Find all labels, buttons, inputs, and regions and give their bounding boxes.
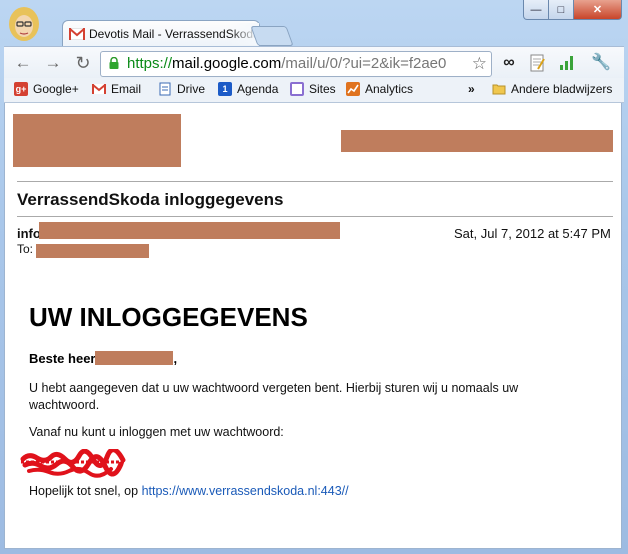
body-paragraph: U hebt aangegeven dat u uw wachtwoord ve… — [29, 381, 519, 412]
address-bar[interactable]: https://mail.google.com/mail/u/0/?ui=2&i… — [100, 51, 492, 77]
signal-bars-extension-icon[interactable] — [556, 53, 578, 73]
email-heading: UW INLOGGEGEVENS — [29, 302, 308, 332]
redacted-name — [95, 351, 174, 365]
greeting: Beste heer, — [29, 351, 177, 366]
minimize-button[interactable]: — — [523, 0, 549, 20]
sites-icon — [290, 82, 304, 96]
site-link[interactable]: https://www.verrassendskoda.nl:443// — [142, 484, 349, 498]
url-host: mail.google.com — [172, 55, 282, 72]
url-path: /mail/u/0/?ui=2&ik=f2ae0 — [281, 55, 447, 72]
other-bookmarks-label: Andere bladwijzers — [511, 82, 613, 96]
redacted-account — [341, 130, 613, 152]
greeting-suffix: , — [173, 351, 178, 366]
folder-icon — [492, 84, 506, 95]
bookmark-label: Analytics — [365, 82, 414, 96]
wrench-icon[interactable]: 🔧 — [590, 53, 612, 73]
lock-icon — [109, 57, 119, 69]
calendar-icon: 1 — [218, 82, 232, 96]
analytics-icon — [346, 82, 360, 96]
notes-extension-icon[interactable] — [526, 53, 548, 73]
other-bookmarks-folder[interactable]: Andere bladwijzers — [492, 82, 612, 96]
profile-avatar-icon[interactable] — [4, 4, 44, 44]
browser-toolbar: ← → ↻ https://mail.google.com/mail/u/0/?… — [4, 46, 624, 79]
infinity-extension-icon[interactable]: ∞ — [498, 53, 520, 73]
email-date: Sat, Jul 7, 2012 at 5:47 PM — [454, 226, 611, 241]
redacted-recipient — [36, 244, 149, 258]
close-window-button[interactable]: ✕ — [573, 0, 622, 20]
redacted-logo — [13, 114, 181, 167]
bookmark-star-icon[interactable]: ☆ — [472, 54, 487, 74]
bookmark-label: Drive — [177, 82, 206, 96]
redacted-sender — [39, 222, 340, 239]
closing-line: Hopelijk tot snel, op https://www.verras… — [29, 484, 349, 498]
bookmark-label: Agenda — [237, 82, 279, 96]
bookmark-label: Google+ — [33, 82, 79, 96]
url-scheme: https:// — [127, 55, 173, 72]
bookmark-analytics[interactable]: Analytics — [346, 82, 413, 96]
reload-button[interactable]: ↻ — [72, 53, 94, 73]
email-subject: VerrassendSkoda inloggegevens — [17, 190, 284, 209]
bookmark-sites[interactable]: Sites — [290, 82, 336, 96]
bookmark-label: Email — [111, 82, 142, 96]
bookmark-email[interactable]: Email — [92, 82, 141, 96]
closing-text: Hopelijk tot snel, op — [29, 484, 142, 498]
greeting-prefix: Beste heer — [29, 351, 96, 366]
bookmark-label: Sites — [309, 82, 336, 96]
divider — [17, 181, 613, 182]
bookmark-google-plus[interactable]: g+ Google+ — [14, 82, 79, 96]
google-plus-icon: g+ — [14, 82, 28, 96]
gmail-icon — [69, 28, 85, 40]
tab-gmail[interactable]: Devotis Mail - VerrassendSkoda — [62, 20, 260, 47]
drive-icon — [159, 82, 171, 96]
gmail-icon — [92, 84, 106, 94]
recipient-label: To: — [17, 242, 34, 256]
browser-window: Devotis Mail - VerrassendSkoda — □ ✕ ← →… — [0, 0, 628, 554]
bookmark-drive[interactable]: Drive — [158, 82, 205, 96]
maximize-button[interactable]: □ — [548, 0, 574, 20]
divider — [17, 216, 613, 217]
back-button[interactable]: ← — [12, 53, 34, 73]
sender: info — [17, 226, 41, 241]
bookmarks-bar: g+ Google+ Email Drive 1 Agenda Sites An… — [4, 78, 624, 103]
email-print-view: VerrassendSkoda inloggegevens info Sat, … — [4, 103, 622, 549]
forward-button[interactable]: → — [42, 53, 64, 73]
new-tab-button[interactable] — [250, 26, 294, 46]
bookmarks-overflow-button[interactable]: » — [468, 82, 475, 96]
url-text: https://mail.google.com/mail/u/0/?ui=2&i… — [127, 55, 467, 72]
bookmark-agenda[interactable]: 1 Agenda — [218, 82, 278, 96]
body-paragraph: Vanaf nu kunt u inloggen met uw wachtwoo… — [29, 425, 284, 439]
password-scribble-redaction — [20, 449, 126, 478]
